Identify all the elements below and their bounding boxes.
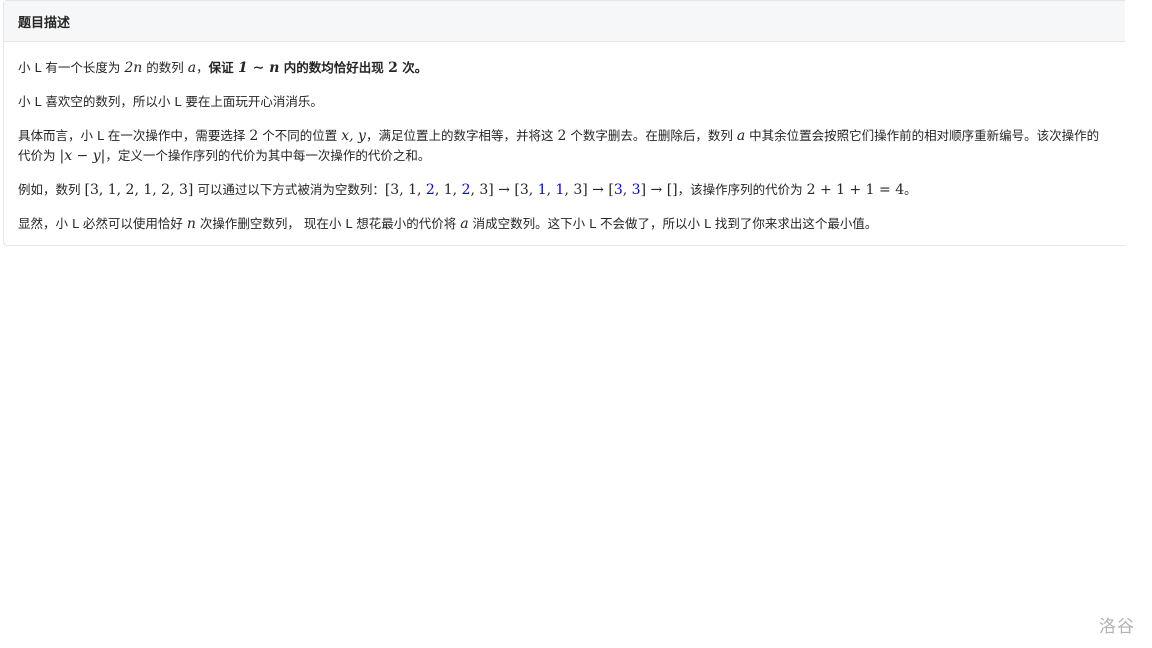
text: ，该操作序列的代价为 [677, 182, 807, 197]
text: 小 L 有一个长度为 [18, 60, 125, 75]
math-two: 2 [388, 60, 398, 76]
text: , 1, [434, 182, 462, 198]
math-a: a [187, 60, 197, 76]
text: ，定义一个操作序列的代价为其中每一次操作的代价之和。 [105, 148, 431, 163]
text: 消成空数列。这下小 L 不会做了，所以小 L 找到了你来求出这个最小值。 [468, 216, 878, 231]
card-header: 题目描述 [4, 1, 1125, 42]
arrow: → [493, 182, 515, 198]
math-range: 1 ∼ n [238, 60, 280, 76]
text: 。 [904, 182, 917, 197]
text: 内的数均恰好出现 [279, 60, 389, 75]
text: 具体而言，小 L 在一次操作中，需要选择 [18, 128, 250, 143]
paragraph-4: 例如，数列 [3, 1, 2, 1, 2, 3] 可以通过以下方式被消为空数列：… [18, 180, 1111, 200]
paragraph-5: 显然，小 L 必然可以使用恰好 n 次操作删空数列， 现在小 L 想花最小的代价… [18, 214, 1111, 234]
highlighted-number: 3 [613, 182, 623, 198]
text: , 3] [564, 182, 588, 198]
text: 次操作删空数列， 现在小 L 想花最小的代价将 [195, 216, 461, 231]
math-cost-sum: 2 + 1 + 1 = 4 [806, 182, 905, 198]
math-2n: 2n [124, 60, 143, 76]
text: 可以通过以下方式被消为空数列： [193, 182, 385, 197]
problem-body: 小 L 有一个长度为 2n 的数列 a，保证 1 ∼ n 内的数均恰好出现 2 … [4, 42, 1125, 234]
luogu-watermark: 洛谷 [1099, 617, 1135, 637]
math-empty: [] [666, 182, 678, 198]
text: [3, [514, 182, 538, 198]
text: , [546, 182, 556, 198]
math-xy: x, y [341, 128, 366, 144]
math-n: n [186, 216, 196, 232]
text: [3, 1, [384, 182, 426, 198]
arrow: → [646, 182, 667, 198]
text: 显然，小 L 必然可以使用恰好 [18, 216, 187, 231]
paragraph-3: 具体而言，小 L 在一次操作中，需要选择 2 个不同的位置 x, y，满足位置上… [18, 126, 1111, 166]
text: 保证 [208, 60, 239, 75]
text: , 3] [470, 182, 494, 198]
math-two: 2 [249, 128, 259, 144]
text: , [622, 182, 632, 198]
arrow: → [587, 182, 609, 198]
math-step-1: [3, 1, 2, 1, 2, 3] [385, 182, 494, 198]
paragraph-1: 小 L 有一个长度为 2n 的数列 a，保证 1 ∼ n 内的数均恰好出现 2 … [18, 58, 1111, 78]
math-sequence: [3, 1, 2, 1, 2, 3] [84, 182, 194, 198]
text: 次。 [397, 60, 428, 75]
math-a: a [736, 128, 746, 144]
text: 个不同的位置 [258, 128, 342, 143]
text: 例如，数列 [18, 182, 85, 197]
text: ， [196, 60, 209, 75]
text: 个数字删去。在删除后，数列 [566, 128, 737, 143]
math-step-2: [3, 1, 1, 3] [514, 182, 587, 198]
section-title: 题目描述 [18, 15, 71, 31]
math-step-3: [3, 3] [608, 182, 646, 198]
problem-description-card: 题目描述 小 L 有一个长度为 2n 的数列 a，保证 1 ∼ n 内的数均恰好… [3, 0, 1125, 246]
text: ，满足位置上的数字相等，并将这 [365, 128, 558, 143]
highlighted-number: 2 [425, 182, 435, 198]
text: 的数列 [142, 60, 188, 75]
highlighted-number: 1 [537, 182, 547, 198]
guarantee-text: 保证 1 ∼ n 内的数均恰好出现 2 次。 [208, 60, 428, 76]
highlighted-number: 3 [631, 182, 641, 198]
math-a: a [460, 216, 469, 232]
paragraph-2: 小 L 喜欢空的数列，所以小 L 要在上面玩开心消消乐。 [18, 94, 323, 109]
math-cost: |x − y| [59, 148, 106, 164]
